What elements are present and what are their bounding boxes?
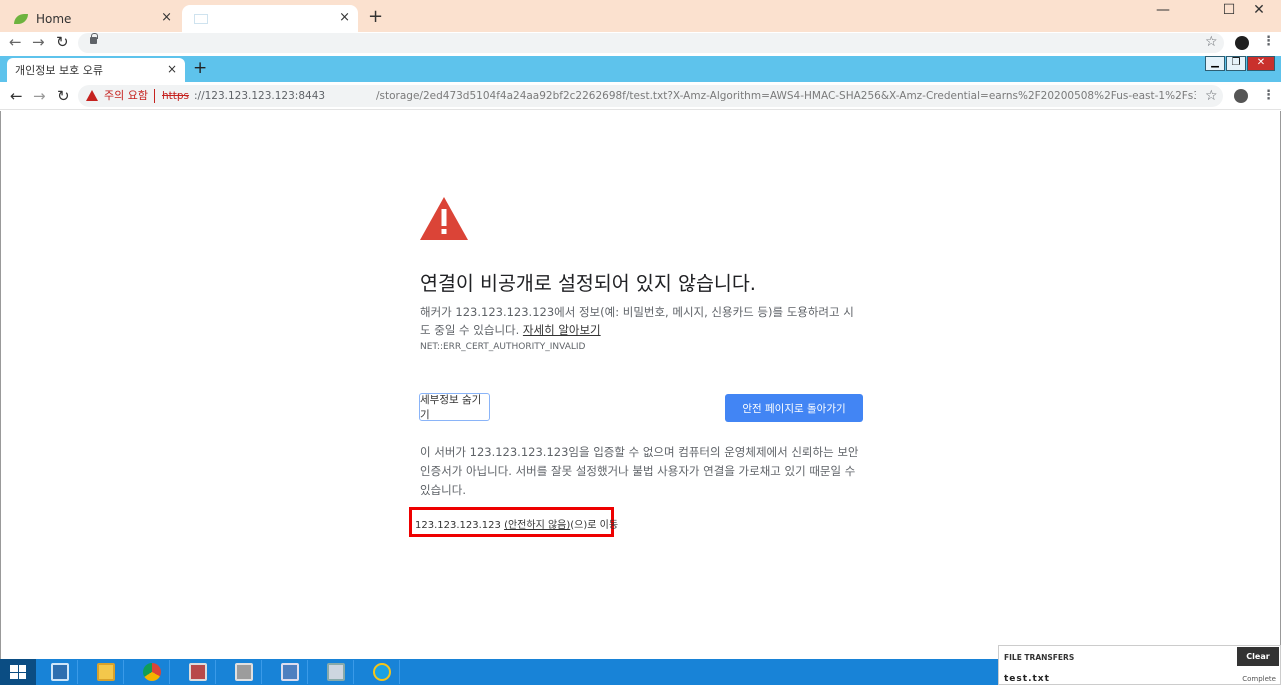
minimize-button[interactable]: — <box>1140 2 1186 18</box>
warning-icon <box>86 90 98 101</box>
inner-toolbar: ← → ↻ 주의 요함 https ://123.123.123.123:844… <box>0 82 1281 110</box>
back-arrow-icon[interactable]: ← <box>10 87 23 105</box>
menu-icon[interactable]: ⋮ <box>1262 34 1275 49</box>
star-icon[interactable]: ☆ <box>1205 88 1218 104</box>
close-icon[interactable]: × <box>161 10 172 25</box>
proceed-host: 123.123.123.123 <box>415 520 505 531</box>
error-code: NET::ERR_CERT_AUTHORITY_INVALID <box>420 342 586 352</box>
file-transfers-panel: FILE TRANSFERS Clear test.txt Complete <box>998 645 1281 685</box>
taskbar-internet-explorer[interactable] <box>364 660 400 684</box>
outer-toolbar: ← → ↻ ☆ ⋮ <box>0 32 1281 54</box>
close-icon[interactable]: × <box>167 62 177 76</box>
taskbar-chrome[interactable] <box>134 660 170 684</box>
taskbar-building[interactable] <box>226 660 262 684</box>
lock-icon <box>90 33 98 44</box>
taskbar-tool[interactable] <box>180 660 216 684</box>
start-button[interactable] <box>0 659 36 685</box>
details-text: 이 서버가 123.123.123.123임을 입증할 수 없으며 컴퓨터의 운… <box>420 445 859 497</box>
back-to-safety-button[interactable]: 안전 페이지로 돌아가기 <box>725 394 863 422</box>
url-separator <box>154 89 155 103</box>
reload-icon[interactable]: ↻ <box>57 87 70 105</box>
url-host: ://123.123.123.123:8443 <box>194 90 326 102</box>
building-icon <box>235 663 253 681</box>
privacy-error-page: 연결이 비공개로 설정되어 있지 않습니다. 해커가 123.123.123.1… <box>0 111 1281 659</box>
server-manager-icon <box>51 663 69 681</box>
clear-button[interactable]: Clear <box>1237 647 1279 666</box>
remote-desktop-icon <box>327 663 345 681</box>
learn-more-link[interactable]: 자세히 알아보기 <box>523 323 601 337</box>
proceed-suffix: (으)로 이동 <box>570 520 619 531</box>
tool-icon <box>189 663 207 681</box>
internet-explorer-icon <box>373 663 391 681</box>
taskbar-server-manager[interactable] <box>42 660 78 684</box>
inner-tab-privacy-error[interactable]: 개인정보 보호 오류 × <box>7 58 185 82</box>
window-close-button[interactable]: ✕ <box>1247 56 1275 71</box>
taskbar-file-explorer[interactable] <box>88 660 124 684</box>
menu-icon[interactable]: ⋮ <box>1262 88 1275 103</box>
taskbar-remote-desktop[interactable] <box>318 660 354 684</box>
account-icon[interactable] <box>1234 89 1248 103</box>
chrome-icon <box>143 663 161 681</box>
star-icon[interactable]: ☆ <box>1205 34 1218 50</box>
taskbar-network[interactable] <box>272 660 308 684</box>
outer-tab-label: Home <box>36 11 72 26</box>
reload-icon[interactable]: ↻ <box>56 33 69 51</box>
transfer-file-name[interactable]: test.txt <box>1004 674 1050 684</box>
warning-text: 해커가 123.123.123.123에서 정보(예: 비밀번호, 메시지, 신… <box>420 305 854 337</box>
close-icon[interactable]: × <box>339 10 350 25</box>
proceed-link-line: 123.123.123.123 (안전하지 않음)(으)로 이동 <box>415 516 618 531</box>
back-arrow-icon[interactable]: ← <box>9 33 22 51</box>
new-tab-button[interactable]: + <box>193 58 207 78</box>
account-icon[interactable] <box>1235 36 1249 50</box>
not-secure-label[interactable]: 주의 요함 <box>104 85 148 107</box>
forward-arrow-icon[interactable]: → <box>32 33 45 51</box>
inner-tab-label: 개인정보 보호 오류 <box>15 64 103 77</box>
minimize-button[interactable]: ▁ <box>1205 56 1225 71</box>
restore-button[interactable]: ❐ <box>1226 56 1246 71</box>
hide-details-button[interactable]: 세부정보 숨기기 <box>419 393 490 421</box>
spring-leaf-icon <box>14 13 28 24</box>
inner-tab-bar: 개인정보 보호 오류 × + ▁ ❐ ✕ <box>0 56 1281 82</box>
outer-tab-home[interactable]: Home × <box>2 5 180 32</box>
proceed-unsafe-link[interactable]: (안전하지 않음) <box>504 520 570 531</box>
window-close-button[interactable]: ✕ <box>1236 2 1281 18</box>
page-icon <box>194 13 208 24</box>
outer-tab-bar: Home × × + — ☐ ✕ <box>0 0 1281 32</box>
file-transfers-title: FILE TRANSFERS <box>1004 653 1075 662</box>
url-path: /storage/2ed473d5104f4a24aa92bf2c2262698… <box>376 90 1196 102</box>
outer-address-bar[interactable] <box>78 33 1224 53</box>
network-icon <box>281 663 299 681</box>
url-scheme: https <box>162 90 190 102</box>
warning-paragraph: 해커가 123.123.123.123에서 정보(예: 비밀번호, 메시지, 신… <box>420 303 860 339</box>
inner-address-bar[interactable]: 주의 요함 https ://123.123.123.123:8443 /sto… <box>78 85 1223 107</box>
windows-start-icon <box>10 665 26 679</box>
page-title: 연결이 비공개로 설정되어 있지 않습니다. <box>420 272 756 295</box>
forward-arrow-icon[interactable]: → <box>33 87 46 105</box>
file-explorer-icon <box>97 663 115 681</box>
warning-icon <box>420 197 468 240</box>
outer-tab-active[interactable]: × <box>182 5 358 32</box>
new-tab-button[interactable]: + <box>368 6 383 27</box>
transfer-status: Complete <box>1242 675 1276 683</box>
